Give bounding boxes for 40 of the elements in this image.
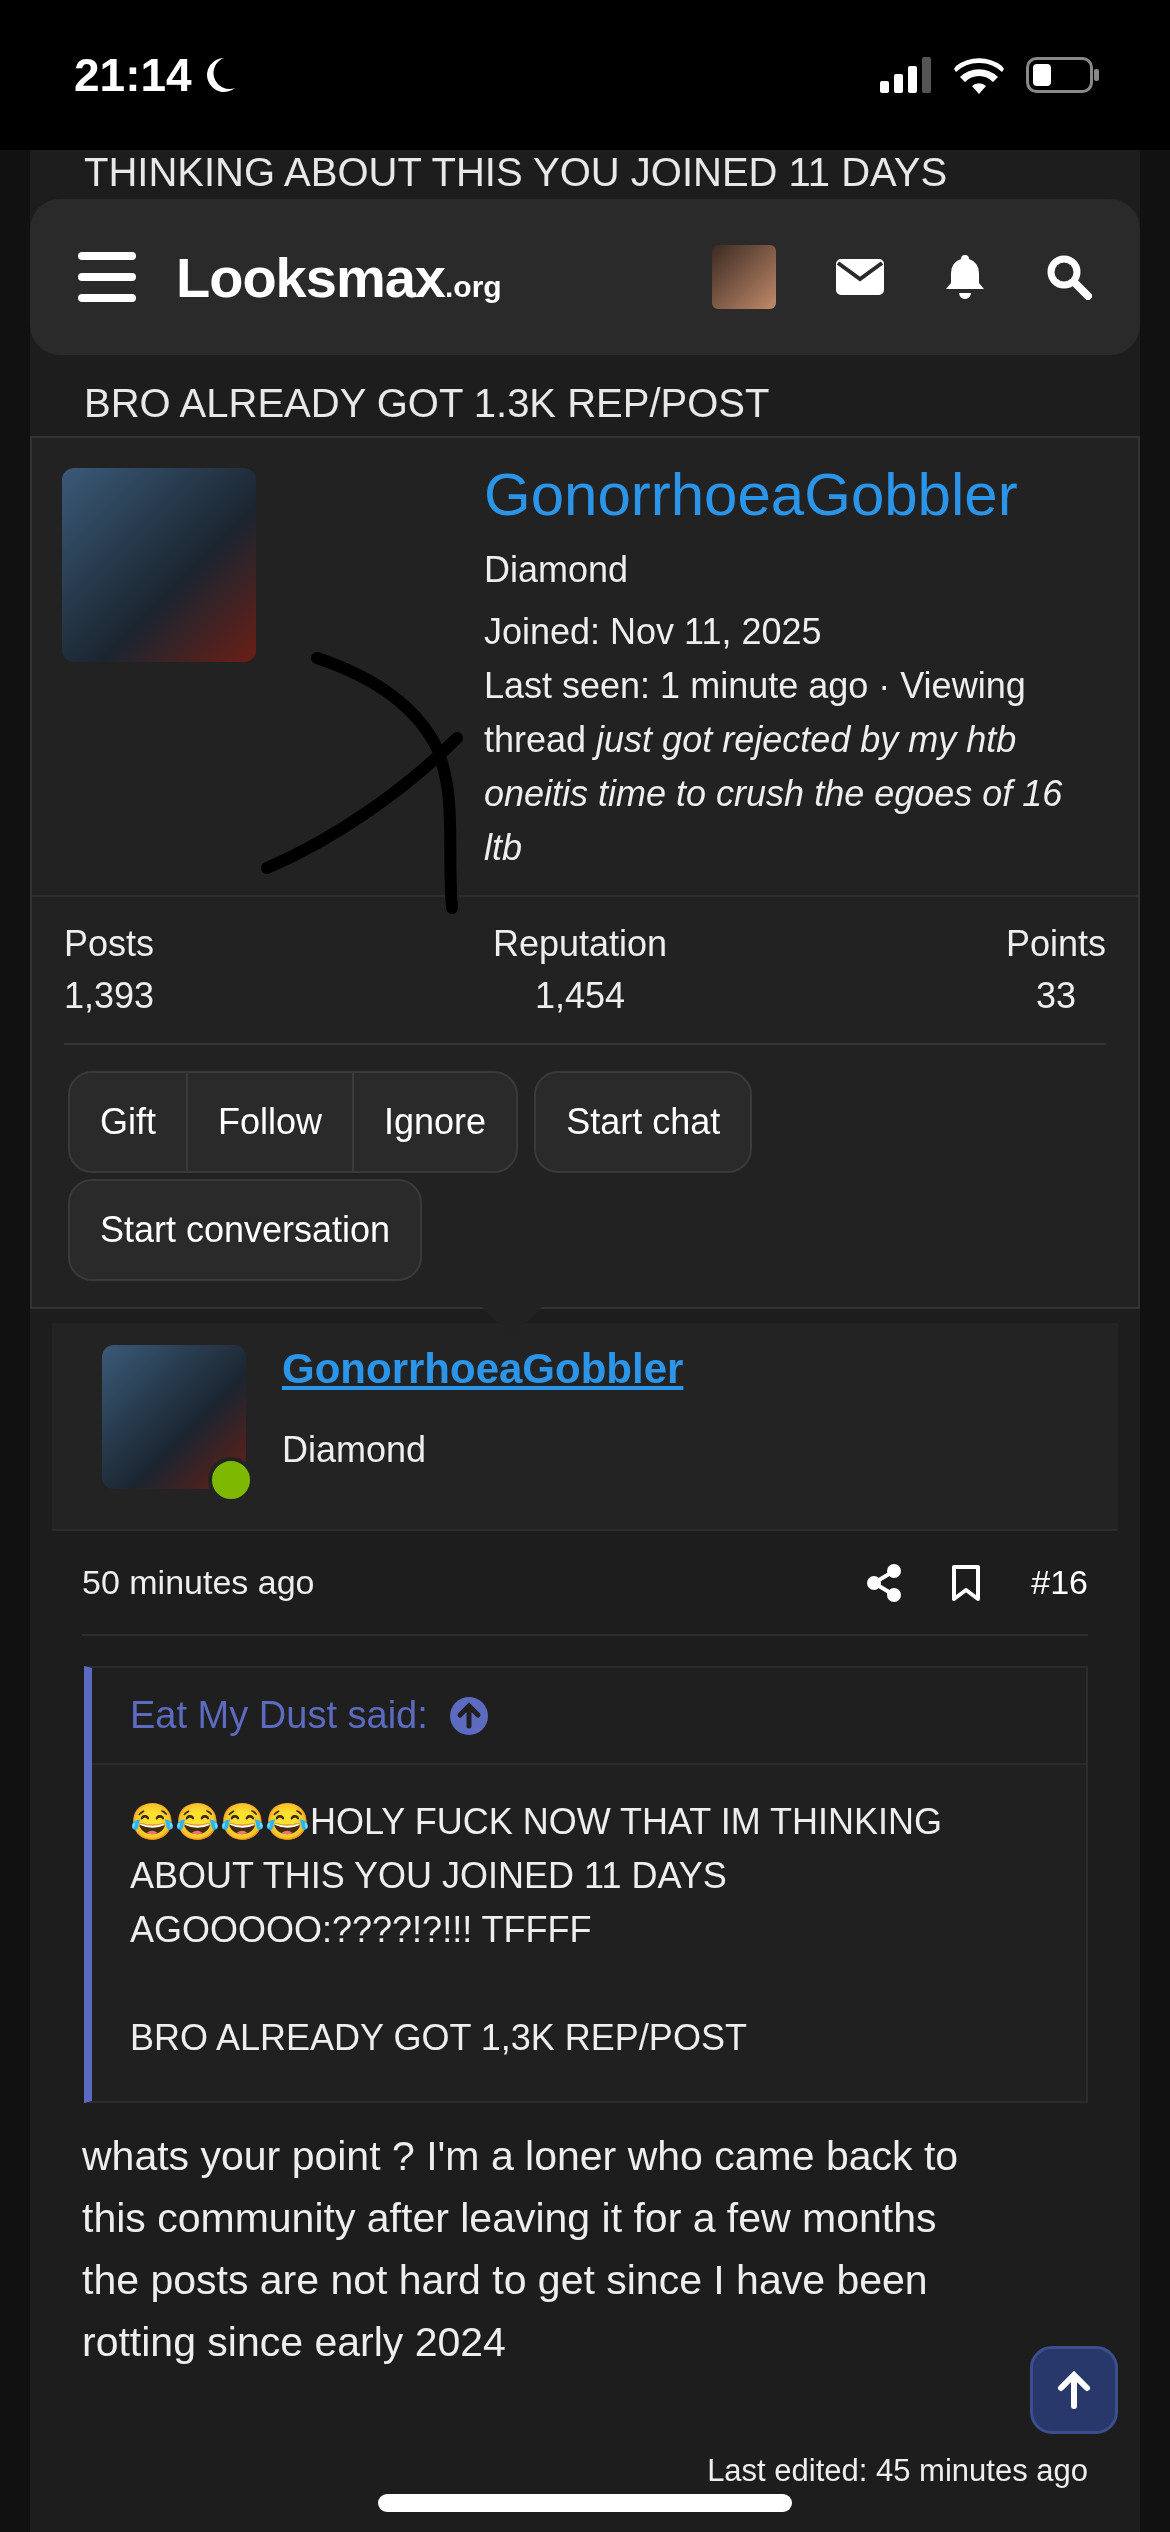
arrow-up-circle-icon[interactable] <box>449 1696 488 1735</box>
avatar-photo-placeholder[interactable] <box>712 245 776 309</box>
scroll-top-button[interactable] <box>1030 2346 1118 2434</box>
stat-label: Reputation <box>492 923 668 965</box>
wifi-icon <box>954 56 1004 94</box>
post-number-link[interactable]: #16 <box>1031 1563 1088 1602</box>
post-text: BRO ALREADY GOT 1.3K REP/POST <box>83 381 771 426</box>
user-rank: Diamond <box>282 1428 428 1472</box>
username-link[interactable]: GonorrhoeaGobbler <box>282 1345 684 1393</box>
action-button[interactable]: Gift <box>70 1073 186 1171</box>
user-rank: Diamond <box>484 548 630 592</box>
activity-text: Last seen: 1 minute ago · Viewing thread just got rejected by my htb oneitis time to crush the egoes of 16 ltb <box>484 664 1064 870</box>
status-time: 21:14 <box>74 48 192 102</box>
post-text: THINKING ABOUT THIS YOU JOINED 11 DAYS <box>83 150 949 195</box>
bookmark-icon[interactable] <box>951 1563 982 1602</box>
joined-date: Joined: Nov 11, 2025 <box>484 610 823 654</box>
bell-icon[interactable] <box>944 253 986 301</box>
stat-label: Posts <box>64 923 155 965</box>
menu-icon[interactable] <box>78 252 136 302</box>
stat-value: 1,454 <box>534 975 626 1017</box>
stat-value: 33 <box>1035 975 1076 1017</box>
quote-text: 😂😂😂😂HOLY FUCK NOW THAT IM THINKING ABOUT THIS YOU JOINED 11 DAYS AGOOOOO:????!?!!! TFFFF <box>130 1800 944 1952</box>
stat-value: 1,393 <box>64 975 155 1017</box>
signal-icon <box>880 57 932 93</box>
action-button[interactable]: Follow <box>186 1073 353 1171</box>
action-button[interactable]: Start chat <box>536 1073 751 1171</box>
share-icon[interactable] <box>867 1563 902 1602</box>
search-icon[interactable] <box>1046 254 1092 300</box>
post-time: 50 minutes ago <box>82 1563 315 1602</box>
last-edited-text: Last edited: 45 minutes ago <box>707 2453 1088 2489</box>
quote-author: Eat My Dust said: <box>130 1694 428 1737</box>
post-text: whats your point ? I'm a loner who came back to this community after leaving it for a few months the posts are not hard to get since I have been rotting since early 2024 <box>82 2132 960 2367</box>
action-button[interactable]: Start conversation <box>70 1181 421 1279</box>
quote-text: BRO ALREADY GOT 1,3K REP/POST <box>130 2016 748 2060</box>
battery-icon <box>1026 57 1100 93</box>
username-link[interactable]: GonorrhoeaGobbler <box>484 460 1084 529</box>
site-logo[interactable]: Looksmax.org <box>176 244 502 310</box>
action-button[interactable]: Ignore <box>352 1073 517 1171</box>
mail-icon[interactable] <box>836 259 884 295</box>
stat-label: Points <box>1005 923 1106 965</box>
